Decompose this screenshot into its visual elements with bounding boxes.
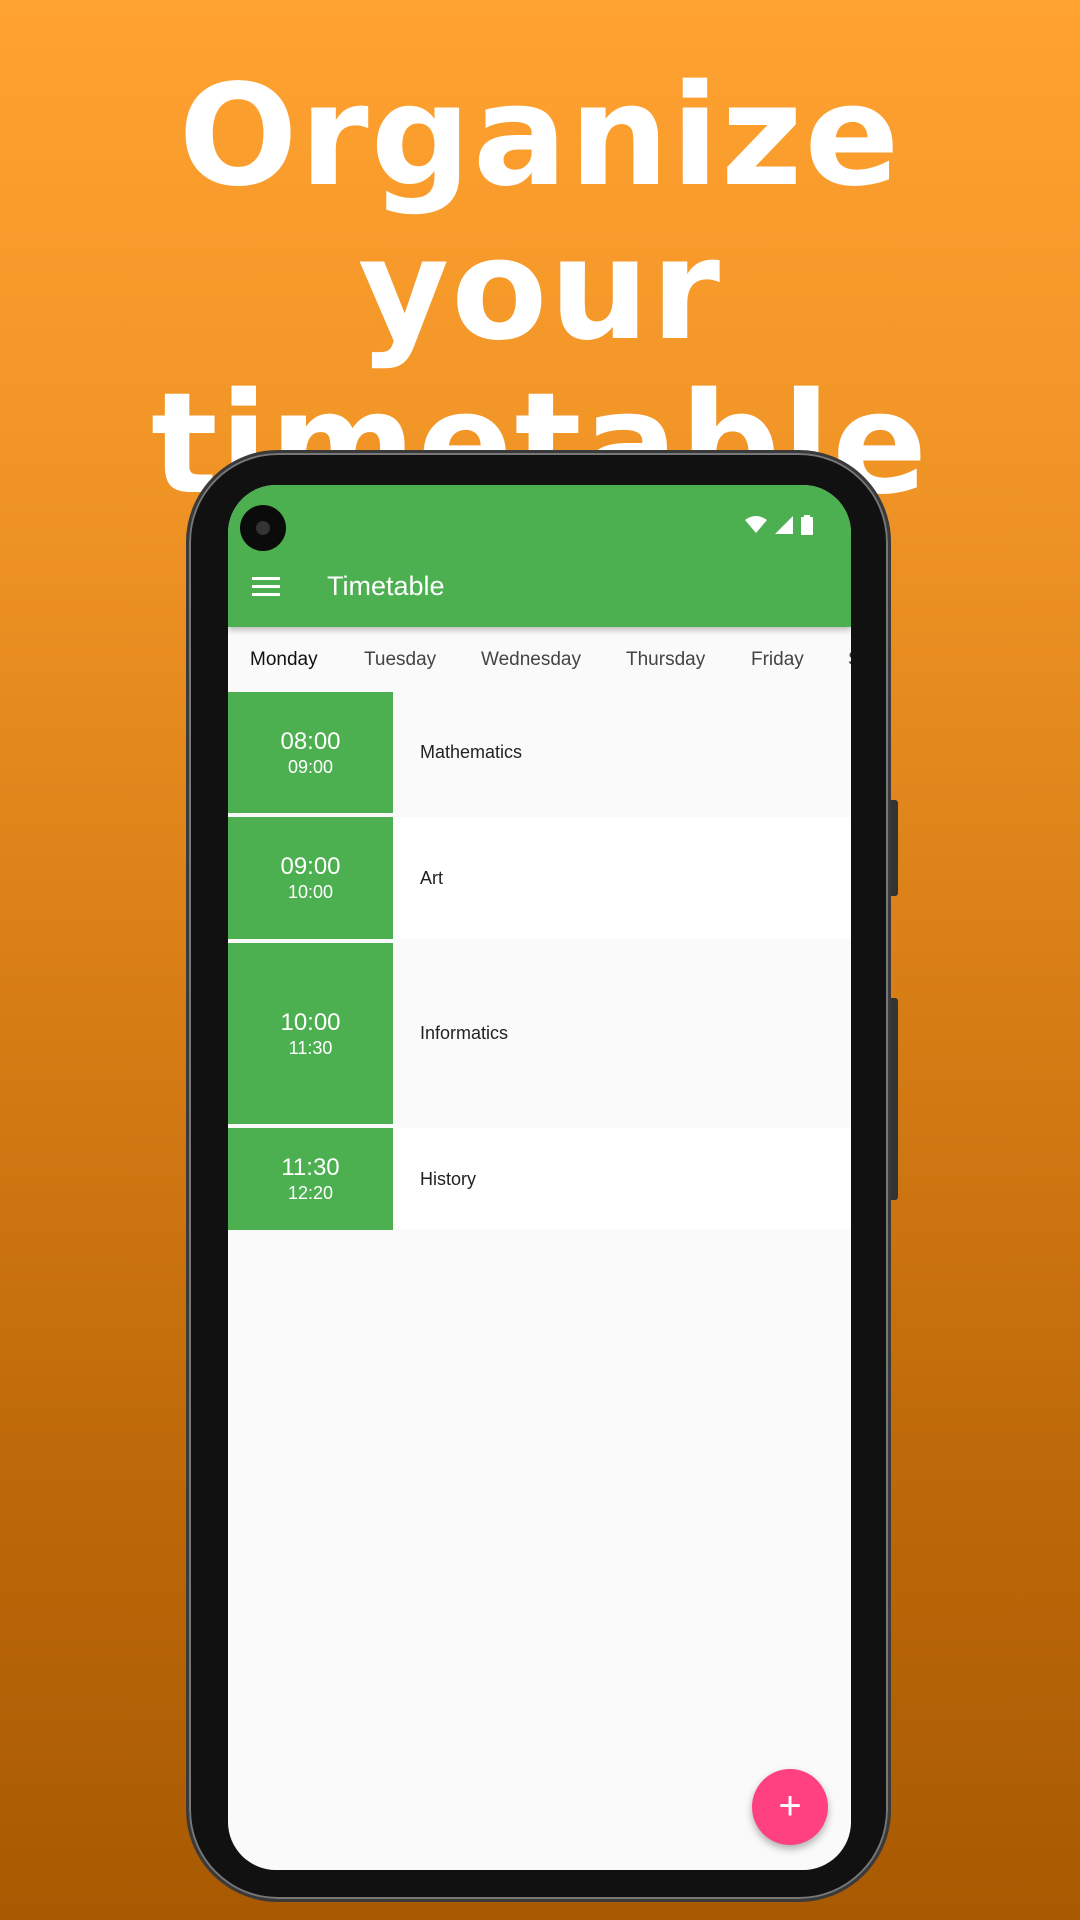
tab-tuesday[interactable]: Tuesday	[364, 627, 436, 692]
day-tabs: Monday Tuesday Wednesday Thursday Friday…	[228, 627, 851, 835]
subject-name: Art	[420, 867, 444, 888]
lesson-row[interactable]: 11:30 12:20 History	[228, 1128, 851, 1230]
tab-wednesday[interactable]: Wednesday	[481, 627, 581, 692]
plus-icon: +	[778, 1784, 802, 1828]
end-time: 12:20	[287, 1183, 334, 1203]
lesson-list: 08:00 09:00 Mathematics 09:00 10:00 Art …	[228, 692, 851, 1234]
start-time: 11:30	[281, 1154, 340, 1181]
start-time: 09:00	[280, 853, 341, 880]
subject-name: Mathematics	[420, 742, 523, 762]
subject-name: Informatics	[420, 1023, 509, 1043]
start-time: 10:00	[280, 1008, 341, 1036]
headline-line1: Organize your	[178, 55, 902, 372]
tab-thursday[interactable]: Thursday	[626, 627, 705, 692]
tab-friday[interactable]: Friday	[751, 627, 804, 692]
lesson-row[interactable]: 09:00 10:00 Art	[228, 817, 851, 939]
tab-monday[interactable]: Monday	[250, 627, 318, 692]
power-button	[891, 998, 898, 1200]
start-time: 08:00	[280, 727, 341, 755]
volume-button	[891, 800, 898, 896]
hamburger-menu-icon[interactable]	[252, 577, 280, 597]
end-time: 10:00	[287, 882, 334, 902]
app-title: Timetable	[327, 571, 445, 601]
end-time: 09:00	[287, 756, 334, 777]
end-time: 11:30	[288, 1037, 333, 1058]
lesson-row[interactable]: 08:00 09:00 Mathematics	[228, 692, 851, 813]
lesson-time: 09:00 10:00	[228, 817, 393, 939]
lesson-time: 11:30 12:20	[228, 1128, 393, 1230]
add-lesson-button[interactable]: +	[752, 1769, 828, 1845]
tab-saturday[interactable]: S	[848, 627, 851, 692]
app-screen: Timetable Monday Tuesday Wednesday Thurs…	[228, 485, 851, 1870]
cell-signal-icon	[775, 516, 793, 534]
camera-icon	[240, 505, 286, 551]
lesson-row[interactable]: 10:00 11:30 Informatics	[228, 943, 851, 1124]
lesson-time: 08:00 09:00	[228, 692, 393, 813]
subject-name: History	[420, 1168, 477, 1189]
wifi-icon	[745, 516, 767, 533]
status-bar	[745, 515, 813, 535]
battery-icon	[801, 515, 813, 535]
app-bar: Timetable	[228, 485, 851, 627]
lesson-time: 10:00 11:30	[228, 943, 393, 1124]
